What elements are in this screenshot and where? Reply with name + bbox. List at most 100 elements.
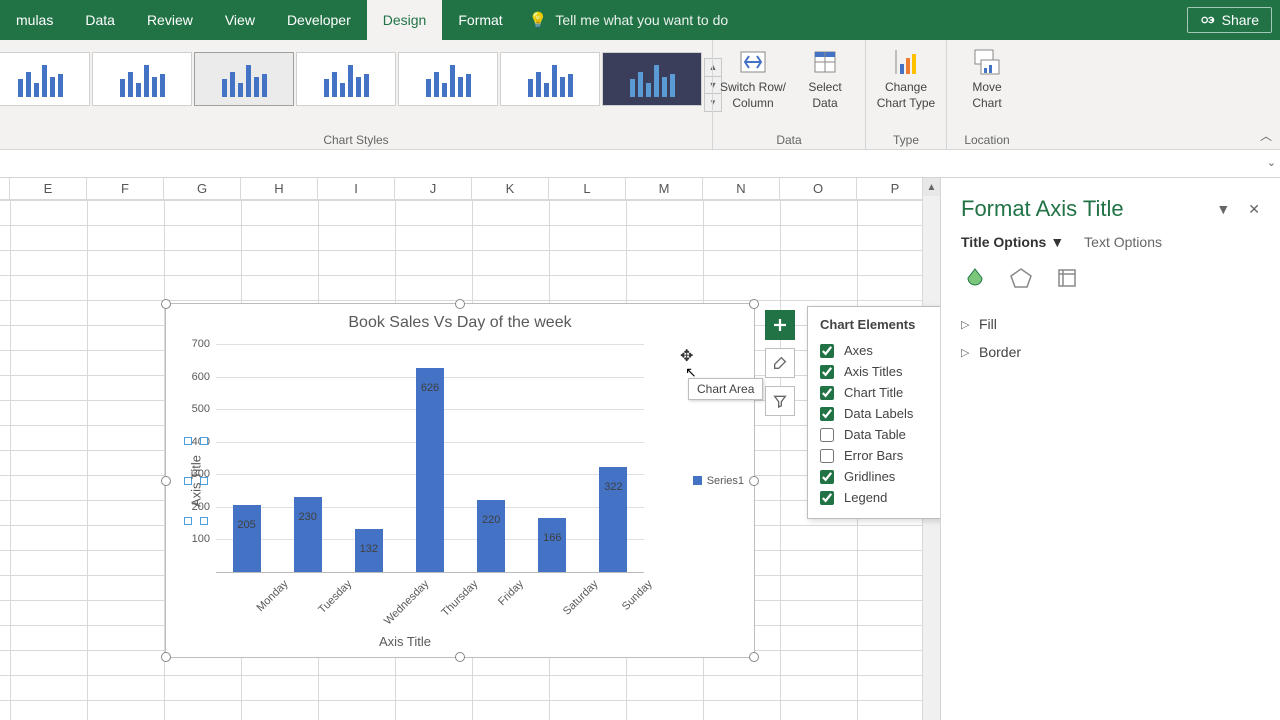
tell-me-search[interactable]: 💡 Tell me what you want to do xyxy=(529,11,728,29)
text-options-tab[interactable]: Text Options xyxy=(1084,234,1162,250)
chart-element-checkbox[interactable] xyxy=(820,365,834,379)
move-cursor-icon: ✥ xyxy=(680,346,693,366)
chart-styles-gallery: ▲ ▼ ▾ xyxy=(0,46,722,112)
tab-developer[interactable]: Developer xyxy=(271,0,367,40)
formula-bar-expand[interactable]: ⌄ xyxy=(1267,156,1276,169)
ribbon-tabs: mulas Data Review View Developer Design … xyxy=(0,0,1280,40)
col-O[interactable]: O xyxy=(780,178,857,199)
resize-handle[interactable] xyxy=(749,652,759,662)
chart-element-checkbox[interactable] xyxy=(820,470,834,484)
format-pane-close[interactable]: ✕ xyxy=(1248,201,1260,218)
move-chart-icon xyxy=(971,46,1003,78)
plot-area[interactable]: 700600500400300200100205Monday230Tuesday… xyxy=(216,344,644,572)
collapse-ribbon-button[interactable]: ︿ xyxy=(1256,125,1276,145)
chart-element-checkbox[interactable] xyxy=(820,386,834,400)
chart-filter-button[interactable] xyxy=(765,386,795,416)
fill-line-icon[interactable] xyxy=(961,264,989,292)
col-G[interactable]: G xyxy=(164,178,241,199)
resize-handle[interactable] xyxy=(749,299,759,309)
x-axis-title[interactable]: Axis Title xyxy=(166,634,644,649)
funnel-icon xyxy=(772,393,788,409)
bar[interactable]: 205 xyxy=(233,505,261,572)
chart-element-checkbox[interactable] xyxy=(820,449,834,463)
resize-handle[interactable] xyxy=(749,476,759,486)
bar[interactable]: 132 xyxy=(355,529,383,572)
tab-formulas[interactable]: mulas xyxy=(0,0,69,40)
tab-data[interactable]: Data xyxy=(69,0,131,40)
bar[interactable]: 230 xyxy=(294,497,322,572)
chart-style-1[interactable] xyxy=(0,52,90,106)
bar[interactable]: 626 xyxy=(416,368,444,572)
group-label-data: Data xyxy=(713,133,865,147)
fill-section[interactable]: ▷Fill xyxy=(961,310,1260,338)
switch-row-column-icon xyxy=(737,46,769,78)
chart-elements-button[interactable] xyxy=(765,310,795,340)
chart-style-6[interactable] xyxy=(500,52,600,106)
ribbon: ▲ ▼ ▾ Chart Styles Switch Row/ Column Se… xyxy=(0,40,1280,150)
chevron-down-icon: ▼ xyxy=(1050,234,1064,250)
col-K[interactable]: K xyxy=(472,178,549,199)
formula-bar[interactable]: ⌄ xyxy=(0,150,1280,178)
group-label-location: Location xyxy=(947,133,1027,147)
resize-handle[interactable] xyxy=(455,299,465,309)
col-L[interactable]: L xyxy=(549,178,626,199)
change-chart-type-icon xyxy=(890,46,922,78)
resize-handle[interactable] xyxy=(161,476,171,486)
group-label-chart-styles: Chart Styles xyxy=(0,133,712,147)
brush-icon xyxy=(772,355,788,371)
chart-element-checkbox[interactable] xyxy=(820,407,834,421)
col-I[interactable]: I xyxy=(318,178,395,199)
resize-handle[interactable] xyxy=(161,299,171,309)
data-label: 322 xyxy=(604,481,622,493)
chart-element-checkbox[interactable] xyxy=(820,344,834,358)
resize-handle[interactable] xyxy=(455,652,465,662)
data-label: 132 xyxy=(360,543,378,555)
title-options-tab[interactable]: Title Options ▼ xyxy=(961,234,1064,250)
border-section[interactable]: ▷Border xyxy=(961,338,1260,366)
switch-row-column-button[interactable]: Switch Row/ Column xyxy=(717,46,789,111)
size-properties-icon[interactable] xyxy=(1053,264,1081,292)
effects-icon[interactable] xyxy=(1007,264,1035,292)
col-J[interactable]: J xyxy=(395,178,472,199)
chart-style-3[interactable] xyxy=(194,52,294,106)
share-label: Share xyxy=(1222,12,1259,28)
select-data-button[interactable]: Select Data xyxy=(789,46,861,111)
format-pane-dropdown[interactable]: ▼ xyxy=(1216,201,1230,218)
chart-side-buttons xyxy=(765,310,795,416)
tab-review[interactable]: Review xyxy=(131,0,209,40)
scroll-up[interactable]: ▲ xyxy=(923,178,940,196)
data-label: 166 xyxy=(543,532,561,544)
chart-style-2[interactable] xyxy=(92,52,192,106)
bar[interactable]: 220 xyxy=(477,500,505,572)
chart-style-5[interactable] xyxy=(398,52,498,106)
chart-element-checkbox[interactable] xyxy=(820,428,834,442)
chart-style-4[interactable] xyxy=(296,52,396,106)
chevron-right-icon: ▷ xyxy=(961,318,971,331)
resize-handle[interactable] xyxy=(161,652,171,662)
col-N[interactable]: N xyxy=(703,178,780,199)
col-E[interactable]: E xyxy=(10,178,87,199)
chart-object[interactable]: Book Sales Vs Day of the week 7006005004… xyxy=(165,303,755,658)
chart-element-checkbox[interactable] xyxy=(820,491,834,505)
chart-styles-button[interactable] xyxy=(765,348,795,378)
column-headers: E F G H I J K L M N O P xyxy=(0,178,940,200)
col-H[interactable]: H xyxy=(241,178,318,199)
bar[interactable]: 322 xyxy=(599,467,627,572)
tab-view[interactable]: View xyxy=(209,0,271,40)
tab-format[interactable]: Format xyxy=(442,0,518,40)
share-button[interactable]: Share xyxy=(1187,7,1272,33)
change-chart-type-button[interactable]: Change Chart Type xyxy=(870,46,942,111)
tab-design[interactable]: Design xyxy=(367,0,443,40)
chevron-right-icon: ▷ xyxy=(961,346,971,359)
bar[interactable]: 166 xyxy=(538,518,566,572)
col-M[interactable]: M xyxy=(626,178,703,199)
y-axis-title[interactable]: Axis Title xyxy=(188,441,204,521)
move-chart-button[interactable]: Move Chart xyxy=(951,46,1023,111)
select-data-icon xyxy=(809,46,841,78)
chart-element-label: Error Bars xyxy=(844,448,903,463)
legend[interactable]: Series1 xyxy=(693,475,744,487)
chart-style-7[interactable] xyxy=(602,52,702,106)
col-F[interactable]: F xyxy=(87,178,164,199)
x-tick-label: Wednesday xyxy=(382,578,431,627)
x-tick-label: Saturday xyxy=(561,578,601,618)
